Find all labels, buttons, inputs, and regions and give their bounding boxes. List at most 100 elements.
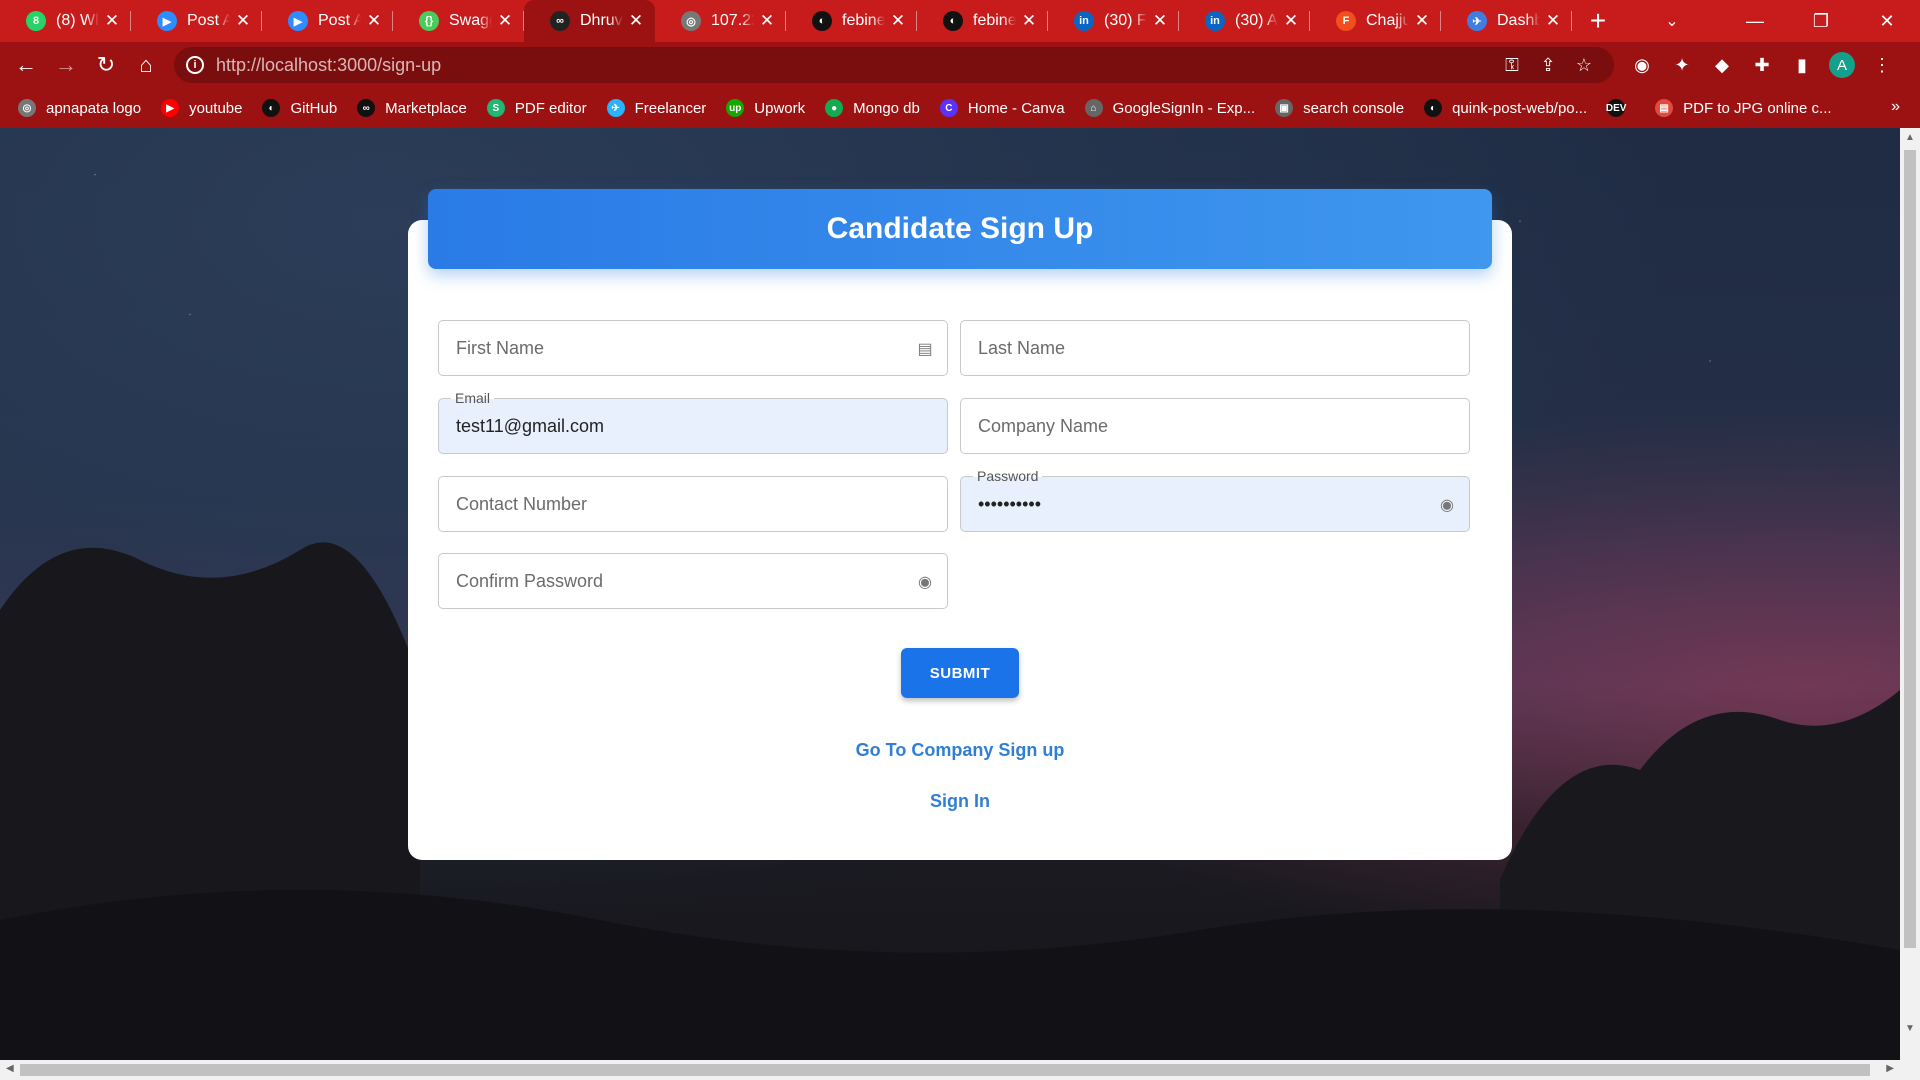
company-signup-link[interactable]: Go To Company Sign up: [408, 740, 1512, 761]
bookmark-favicon-icon: ▶: [161, 99, 180, 117]
password-input[interactable]: [961, 477, 1469, 531]
extension-bulb-icon[interactable]: ✦: [1662, 45, 1702, 85]
bookmark-favicon-icon: ◎: [18, 99, 36, 117]
tab-close-icon[interactable]: ✕: [889, 11, 907, 31]
tab-close-icon[interactable]: ✕: [1544, 11, 1562, 31]
scroll-down-icon[interactable]: ▼: [1900, 1023, 1920, 1034]
tab-close-icon[interactable]: ✕: [1413, 11, 1431, 31]
email-input[interactable]: [439, 399, 947, 453]
last-name-input[interactable]: [961, 321, 1469, 375]
bookmark-label: apnapata logo: [46, 99, 142, 117]
browser-tab[interactable]: F Chajju ✕: [1310, 0, 1441, 42]
site-info-icon[interactable]: i: [186, 56, 204, 74]
browser-tab[interactable]: ∞ Dhruvm✕: [524, 0, 655, 42]
first-name-input[interactable]: [439, 321, 947, 375]
tab-close-icon[interactable]: ✕: [365, 11, 383, 31]
confirm-password-input[interactable]: [439, 554, 947, 608]
url-text[interactable]: http://localhost:3000/sign-up: [216, 55, 1494, 76]
password-key-icon[interactable]: ◉: [915, 572, 935, 592]
tab-favicon-icon: in: [1205, 11, 1225, 31]
more-bookmarks-icon[interactable]: »: [1891, 98, 1900, 116]
bookmark-favicon-icon: S: [486, 99, 505, 117]
browser-tab[interactable]: in (30) Feed✕: [1048, 0, 1179, 42]
address-bar[interactable]: i http://localhost:3000/sign-up ⚿ ⇪ ☆: [174, 47, 1614, 83]
tab-title: febinev: [842, 12, 885, 29]
tab-list: 8(8) WhatsApp✕▶Post Attendee - Zoom✕▶Pos…: [0, 0, 1572, 42]
extension-grammarly-icon[interactable]: ◉: [1622, 45, 1662, 85]
contact-number-input[interactable]: [439, 477, 947, 531]
browser-tab[interactable]: 8 (8) WhatsApp✕: [0, 0, 131, 42]
bookmark-item[interactable]: ⌂ GoogleSignIn - Exp...: [1084, 99, 1255, 117]
scroll-right-icon[interactable]: ▶: [1886, 1063, 1894, 1074]
email-field[interactable]: Email: [438, 390, 948, 454]
browser-tab[interactable]: {} Swagger UI✕: [393, 0, 524, 42]
horizontal-scrollbar[interactable]: ◀ ▶: [0, 1060, 1920, 1080]
tab-title: Post Attendee - Zoom: [318, 12, 361, 29]
contact-number-field[interactable]: [438, 476, 948, 532]
browser-tab[interactable]: ▶ Post Attendee - Zoom✕: [262, 0, 393, 42]
key-icon[interactable]: ⚿: [1494, 55, 1530, 76]
profile-avatar[interactable]: A: [1822, 45, 1862, 85]
password-key-icon[interactable]: ◉: [1437, 495, 1457, 515]
bookmark-label: Upwork: [754, 99, 806, 117]
scroll-left-icon[interactable]: ◀: [6, 1063, 14, 1074]
horizontal-scroll-thumb[interactable]: [20, 1064, 1870, 1076]
tab-close-icon[interactable]: ✕: [1282, 11, 1300, 31]
bookmark-item[interactable]: S PDF editor: [486, 99, 587, 117]
submit-button[interactable]: SUBMIT: [901, 648, 1019, 698]
extension-metamask-icon[interactable]: ◆: [1702, 45, 1742, 85]
side-panel-icon[interactable]: ▮: [1782, 45, 1822, 85]
vertical-scroll-thumb[interactable]: [1904, 150, 1916, 948]
tab-close-icon[interactable]: ✕: [1020, 11, 1038, 31]
browser-tab[interactable]: ◎ 107.22.1✕: [655, 0, 786, 42]
tab-close-icon[interactable]: ✕: [758, 11, 776, 31]
bookmark-item[interactable]: ◐ GitHub: [262, 99, 337, 117]
company-name-input[interactable]: [961, 399, 1469, 453]
tab-close-icon[interactable]: ✕: [1151, 11, 1169, 31]
tab-close-icon[interactable]: ✕: [627, 11, 645, 31]
close-window-button[interactable]: ✕: [1854, 0, 1920, 42]
company-name-field[interactable]: [960, 398, 1470, 454]
back-button[interactable]: ←: [6, 45, 46, 85]
password-field[interactable]: Password ◉: [960, 468, 1470, 532]
home-button[interactable]: ⌂: [126, 45, 166, 85]
new-tab-button[interactable]: +: [1578, 0, 1618, 42]
confirm-password-field[interactable]: ◉: [438, 553, 948, 609]
tab-close-icon[interactable]: ✕: [496, 11, 514, 31]
reload-button[interactable]: ↻: [86, 45, 126, 85]
bookmark-item[interactable]: ▣ search console: [1275, 99, 1404, 117]
browser-tab[interactable]: in (30) Apply✕: [1179, 0, 1310, 42]
vertical-scrollbar[interactable]: ▲ ▼: [1900, 128, 1920, 1060]
bookmark-item[interactable]: ▶ youtube: [161, 99, 242, 117]
restore-button[interactable]: ❐: [1788, 0, 1854, 42]
menu-kebab-icon[interactable]: ⋮: [1862, 45, 1902, 85]
browser-tab[interactable]: ◐ febinev✕: [917, 0, 1048, 42]
star-icon[interactable]: ☆: [1566, 55, 1602, 76]
share-icon[interactable]: ⇪: [1530, 55, 1566, 76]
bookmark-item[interactable]: ● Mongo db: [825, 99, 920, 117]
forward-button[interactable]: →: [46, 45, 86, 85]
browser-tab[interactable]: ◐ febinev✕: [786, 0, 917, 42]
tab-favicon-icon: ✈: [1467, 11, 1487, 31]
tab-close-icon[interactable]: ✕: [103, 11, 121, 31]
bookmark-item[interactable]: ▤ PDF to JPG online c...: [1655, 99, 1832, 117]
bookmark-favicon-icon: DEV: [1606, 99, 1626, 117]
bookmark-item[interactable]: ◎ apnapata logo: [18, 99, 141, 117]
contact-card-icon[interactable]: ▤: [915, 339, 935, 359]
tab-search-icon[interactable]: ⌄: [1642, 0, 1702, 42]
last-name-field[interactable]: [960, 320, 1470, 376]
browser-tab[interactable]: ✈ Dashboard✕: [1441, 0, 1572, 42]
bookmark-item[interactable]: C Home - Canva: [939, 99, 1065, 117]
bookmark-item[interactable]: up Upwork: [726, 99, 805, 117]
bookmark-item[interactable]: ✈ Freelancer: [606, 99, 706, 117]
bookmark-item[interactable]: ◐ quink-post-web/po...: [1424, 99, 1587, 117]
bookmark-item[interactable]: DEV: [1606, 99, 1635, 117]
extensions-puzzle-icon[interactable]: ✚: [1742, 45, 1782, 85]
first-name-field[interactable]: ▤: [438, 320, 948, 376]
bookmark-item[interactable]: ∞ Marketplace: [357, 99, 467, 117]
scroll-up-icon[interactable]: ▲: [1900, 132, 1920, 143]
browser-tab[interactable]: ▶ Post Attendee - Zoom✕: [131, 0, 262, 42]
minimize-button[interactable]: —: [1722, 0, 1788, 42]
tab-close-icon[interactable]: ✕: [234, 11, 252, 31]
signin-link[interactable]: Sign In: [408, 791, 1512, 812]
